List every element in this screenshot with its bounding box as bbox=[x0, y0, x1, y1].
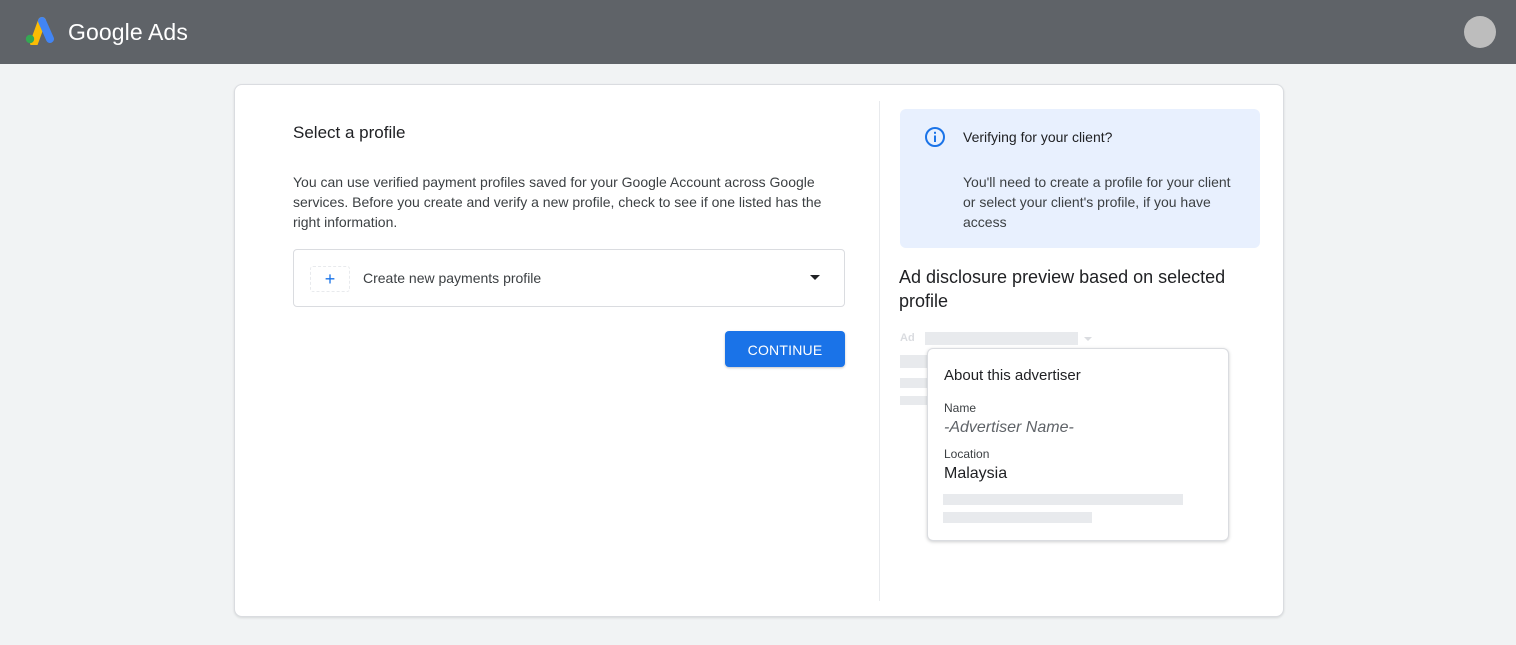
info-banner-text: You'll need to create a profile for your… bbox=[963, 174, 1231, 230]
placeholder-bar bbox=[900, 378, 930, 388]
placeholder-bar bbox=[925, 332, 1078, 345]
placeholder-bar bbox=[943, 494, 1183, 505]
google-ads-logo-icon bbox=[25, 17, 54, 45]
name-label: Name bbox=[944, 401, 977, 415]
placeholder-bar bbox=[900, 355, 930, 368]
ad-label: Ad bbox=[900, 332, 915, 344]
selected-profile-label: Create new payments profile bbox=[363, 270, 542, 286]
payments-profile-dropdown[interactable]: + Create new payments profile bbox=[293, 249, 845, 307]
account-avatar[interactable] bbox=[1464, 16, 1496, 48]
ad-disclosure-preview-title: Ad disclosure preview based on selected … bbox=[899, 267, 1226, 311]
dropdown-caret-icon bbox=[810, 275, 820, 280]
advertiser-card-title: About this advertiser bbox=[944, 367, 1081, 384]
top-app-bar: Google Ads bbox=[0, 0, 1516, 64]
client-info-banner: Verifying for your client? You'll need t… bbox=[900, 109, 1260, 248]
location-value: Malaysia bbox=[944, 465, 1008, 482]
location-label: Location bbox=[944, 447, 990, 461]
brand-name: Google Ads bbox=[68, 19, 188, 45]
continue-button[interactable]: CONTINUE bbox=[725, 331, 845, 367]
about-advertiser-card: About this advertiser Name -Advertiser N… bbox=[927, 348, 1229, 541]
info-icon bbox=[925, 127, 945, 147]
placeholder-bar bbox=[943, 512, 1092, 523]
plus-icon: + bbox=[310, 266, 350, 292]
info-banner-title: Verifying for your client? bbox=[963, 129, 1113, 145]
intro-text: You can use verified payment profiles sa… bbox=[293, 174, 822, 230]
placeholder-bar bbox=[900, 396, 930, 405]
advertiser-name-value: -Advertiser Name- bbox=[944, 419, 1074, 436]
profile-selection-card: Select a profile You can use verified pa… bbox=[234, 84, 1284, 617]
column-divider bbox=[879, 101, 880, 601]
page-title: Select a profile bbox=[293, 123, 406, 142]
placeholder-caret-icon bbox=[1084, 337, 1092, 341]
